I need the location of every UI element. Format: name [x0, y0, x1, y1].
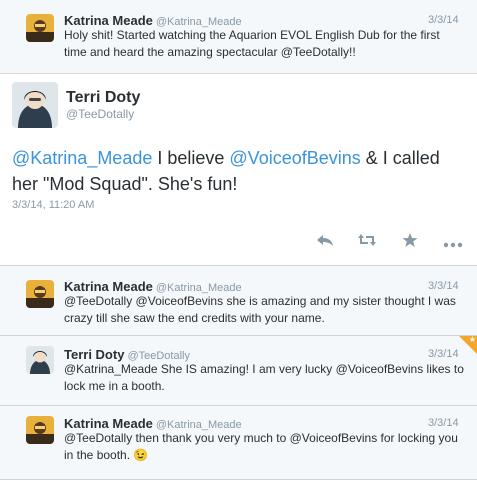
tweet-text: @TeeDotally then thank you very much to … — [64, 431, 458, 462]
tweet-terri-reply[interactable]: ★ Terri Doty @TeeDotally 3/3/14 @Katrina_… — [0, 335, 477, 406]
star-icon[interactable] — [402, 232, 418, 253]
reply-icon[interactable] — [316, 232, 334, 253]
tweet-text: Holy shit! Started watching the Aquarion… — [64, 28, 440, 59]
author-name[interactable]: Katrina Meade — [64, 13, 153, 28]
avatar-katrina[interactable] — [26, 280, 54, 308]
main-author-name[interactable]: Terri Doty — [66, 89, 140, 107]
avatar-katrina[interactable] — [26, 14, 54, 42]
tweet-katrina-1[interactable]: Katrina Meade @Katrina_Meade 3/3/14 Holy … — [0, 0, 477, 76]
favorited-star-icon: ★ — [468, 335, 476, 344]
main-timestamp[interactable]: 3/3/14, 11:20 AM — [12, 199, 94, 211]
main-tweet-text: @Katrina_Meade I believe @VoiceofBevins … — [12, 145, 452, 197]
main-tweet: Terri Doty @TeeDotally @Katrina_Meade I … — [0, 73, 477, 266]
tweet-text: @TeeDotally @VoiceofBevins she is amazin… — [64, 294, 456, 325]
main-author-handle[interactable]: @TeeDotally — [66, 107, 134, 121]
tweet-date[interactable]: 3/3/14 — [428, 14, 459, 26]
tweet-actions — [0, 232, 477, 252]
mention-katrina[interactable]: @Katrina_Meade — [12, 148, 152, 168]
tweet-date[interactable]: 3/3/14 — [428, 348, 459, 360]
author-name[interactable]: Terri Doty — [64, 347, 124, 362]
avatar-katrina[interactable] — [26, 416, 54, 444]
tweet-katrina-2[interactable]: Katrina Meade @Katrina_Meade 3/3/14 @TeeD… — [0, 266, 477, 336]
tweet-text: @Katrina_Meade She IS amazing! I am very… — [64, 362, 464, 393]
main-text-part1: I believe — [152, 148, 230, 168]
retweet-icon[interactable] — [357, 232, 377, 253]
tweet-katrina-3[interactable]: Katrina Meade @Katrina_Meade 3/3/14 @TeeD… — [0, 406, 477, 480]
mention-voiceofbevins[interactable]: @VoiceofBevins — [229, 148, 360, 168]
tweet-date[interactable]: 3/3/14 — [428, 280, 459, 292]
tweet-date[interactable]: 3/3/14 — [428, 417, 459, 429]
more-icon[interactable] — [443, 236, 463, 254]
author-name[interactable]: Katrina Meade — [64, 416, 153, 431]
author-name[interactable]: Katrina Meade — [64, 279, 153, 294]
avatar-terri[interactable] — [26, 346, 54, 374]
avatar-terri[interactable] — [12, 82, 58, 128]
